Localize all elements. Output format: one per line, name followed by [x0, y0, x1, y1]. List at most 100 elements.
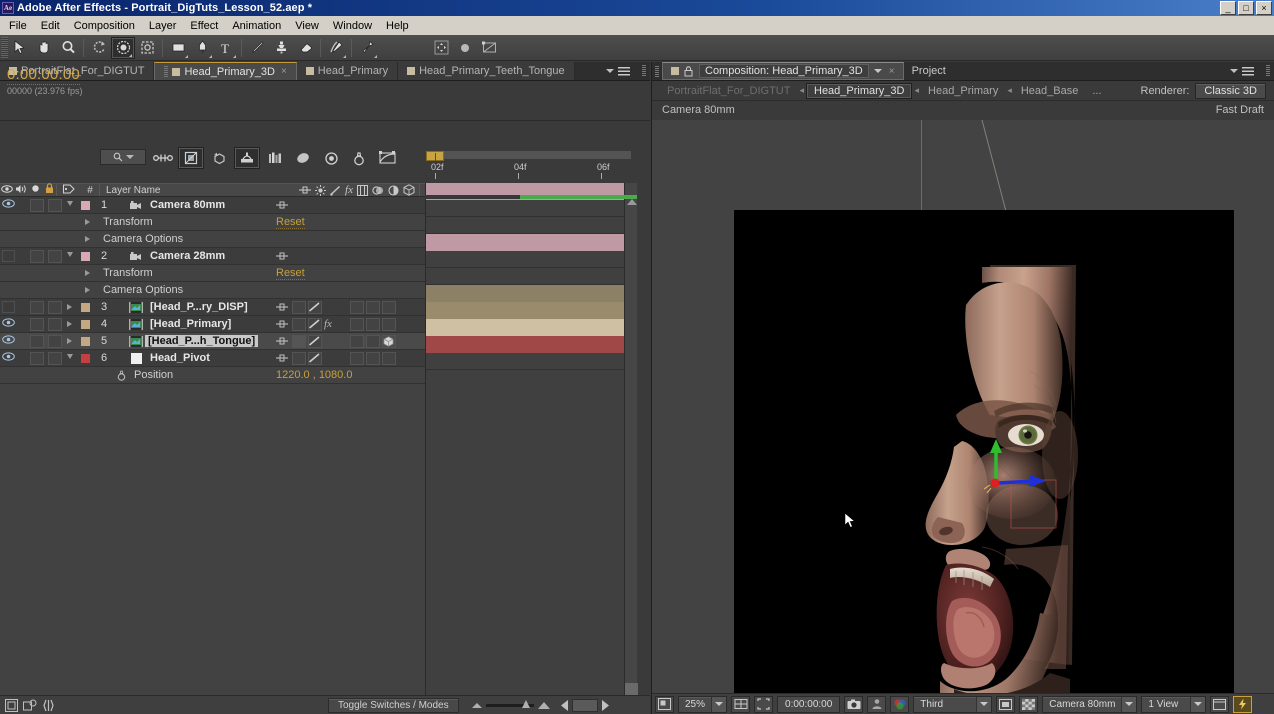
timeline-vertical-scrollbar[interactable]: [624, 183, 638, 714]
auto-keyframe-icon[interactable]: [346, 147, 372, 169]
layer-bar[interactable]: [426, 336, 632, 353]
menu-help[interactable]: Help: [379, 18, 416, 34]
list-item[interactable]: Transform Reset: [0, 265, 425, 282]
lock-switch[interactable]: [48, 249, 62, 263]
layer-bar[interactable]: [426, 234, 632, 251]
panel-grip-right[interactable]: [1266, 65, 1270, 77]
eye-icon[interactable]: [2, 318, 15, 330]
roto-brush-tool[interactable]: [324, 37, 348, 59]
brainstorm-icon[interactable]: [318, 147, 344, 169]
expand-triangle-icon[interactable]: [85, 236, 90, 242]
maximize-button[interactable]: □: [1238, 1, 1254, 15]
region-preview-icon[interactable]: [996, 695, 1016, 713]
list-item[interactable]: Transform Reset: [0, 214, 425, 231]
view-layout-select[interactable]: 1 View: [1141, 695, 1207, 713]
3d-switch[interactable]: [382, 317, 396, 331]
panel-grip[interactable]: [642, 65, 646, 77]
expand-triangle-icon[interactable]: [67, 304, 72, 310]
zoom-out-icon[interactable]: [471, 702, 482, 708]
layer-bar-selected[interactable]: [426, 319, 632, 336]
zoom-track[interactable]: [485, 699, 534, 708]
video-switch[interactable]: [2, 301, 15, 313]
3d-axis-gizmo[interactable]: [964, 425, 1084, 515]
close-icon[interactable]: ×: [889, 66, 895, 77]
stopwatch-icon[interactable]: [117, 370, 126, 381]
toggle-switches-modes-button[interactable]: Toggle Switches / Modes: [328, 697, 459, 713]
resolution-select[interactable]: Third: [913, 695, 993, 713]
table-row[interactable]: 6 Head_Pivot: [0, 350, 425, 367]
frame-blend-switch[interactable]: [350, 317, 364, 331]
breadcrumb-item-head-primary-3d[interactable]: Head_Primary_3D: [806, 82, 913, 99]
menu-view[interactable]: View: [288, 18, 326, 34]
solo-switch[interactable]: [30, 249, 44, 263]
quality-switch[interactable]: [366, 317, 380, 331]
solo-switch[interactable]: [30, 300, 44, 314]
label-color-chip[interactable]: [81, 200, 90, 210]
layer-name[interactable]: Camera 28mm: [147, 250, 228, 262]
panel-grip[interactable]: [655, 66, 659, 78]
graph-toggle-icon[interactable]: [42, 699, 55, 712]
table-row[interactable]: 2 Camera 28mm: [0, 248, 425, 265]
table-row[interactable]: 4 [Head_Primary] fx: [0, 316, 425, 333]
timeline-tab-head-primary-teeth-tongue[interactable]: Head_Primary_Teeth_Tongue: [398, 62, 575, 80]
expand-triangle-icon[interactable]: [85, 270, 90, 276]
menu-animation[interactable]: Animation: [225, 18, 288, 34]
lock-switch[interactable]: [48, 351, 62, 365]
breadcrumb-item-ellipsis[interactable]: ...: [1085, 84, 1108, 98]
draft-3d-icon[interactable]: [178, 147, 204, 169]
tab-project[interactable]: Project: [904, 62, 954, 80]
lock-switch[interactable]: [48, 334, 62, 348]
comp-timecode[interactable]: 0:00:00:00: [777, 695, 841, 713]
menu-effect[interactable]: Effect: [183, 18, 225, 34]
composition-mini-flowchart-icon[interactable]: [150, 147, 176, 169]
label-color-chip[interactable]: [81, 336, 90, 346]
sun-switch[interactable]: [292, 317, 306, 331]
timeline-tab-head-primary-3d[interactable]: Head_Primary_3D ×: [154, 62, 297, 80]
expand-triangle-icon[interactable]: [67, 354, 73, 362]
list-item[interactable]: Camera Options: [0, 282, 425, 299]
composition-viewport[interactable]: [652, 120, 1274, 693]
label-color-chip[interactable]: [81, 251, 90, 261]
breadcrumb-item-portraitflat[interactable]: PortraitFlat_For_DIGTUT: [660, 84, 797, 98]
label-color-chip[interactable]: [81, 353, 90, 363]
list-item[interactable]: Position 1220.0 , 1080.0: [0, 367, 425, 384]
timeline-zoom-slider[interactable]: [471, 699, 550, 709]
solo-switch[interactable]: [30, 317, 44, 331]
lock-switch[interactable]: [48, 317, 62, 331]
composition-canvas[interactable]: [734, 210, 1234, 693]
frame-blend-switch[interactable]: [350, 300, 364, 314]
lock-switch[interactable]: [48, 198, 62, 212]
3d-switch[interactable]: [382, 351, 396, 365]
enable-frame-blending-icon[interactable]: [234, 147, 260, 169]
pixel-aspect-icon[interactable]: [1210, 695, 1230, 713]
scroll-right-button[interactable]: [599, 699, 611, 711]
selection-tool[interactable]: [8, 37, 32, 59]
table-row[interactable]: 3 [Head_P...ry_DISP]: [0, 299, 425, 316]
list-item[interactable]: Camera Options: [0, 231, 425, 248]
layer-bar[interactable]: [426, 302, 632, 319]
solo-switch[interactable]: [30, 351, 44, 365]
snapping-circle-icon[interactable]: [453, 37, 477, 59]
parent-switch-icon[interactable]: [276, 252, 288, 260]
menu-window[interactable]: Window: [326, 18, 379, 34]
table-row[interactable]: 5 [Head_P...h_Tongue]: [0, 333, 425, 350]
transparency-grid-icon[interactable]: [1019, 695, 1039, 713]
breadcrumb-item-head-primary[interactable]: Head_Primary: [921, 84, 1005, 98]
graph-editor-blob-icon[interactable]: [290, 147, 316, 169]
clone-stamp-tool[interactable]: [269, 37, 293, 59]
active-camera-select[interactable]: Camera 80mm: [1042, 695, 1138, 713]
zoom-tool[interactable]: [56, 37, 80, 59]
move-anchor-icon[interactable]: [429, 37, 453, 59]
work-area-start-handle[interactable]: [426, 151, 444, 161]
layer-name[interactable]: [Head_P...ry_DISP]: [147, 301, 251, 313]
motion-blur-switch[interactable]: [308, 334, 322, 348]
layer-name[interactable]: Camera 80mm: [147, 199, 228, 211]
timeline-panel-menu-button[interactable]: [598, 62, 638, 80]
parent-switch-icon[interactable]: [276, 320, 288, 328]
composition-tab-title[interactable]: Composition: Head_Primary_3D: [699, 64, 869, 78]
motion-blur-icon[interactable]: [262, 147, 288, 169]
close-button[interactable]: ×: [1256, 1, 1272, 15]
video-switch[interactable]: [2, 250, 15, 262]
composition-panel-menu-button[interactable]: [1222, 62, 1262, 80]
shape-tool[interactable]: [166, 37, 190, 59]
